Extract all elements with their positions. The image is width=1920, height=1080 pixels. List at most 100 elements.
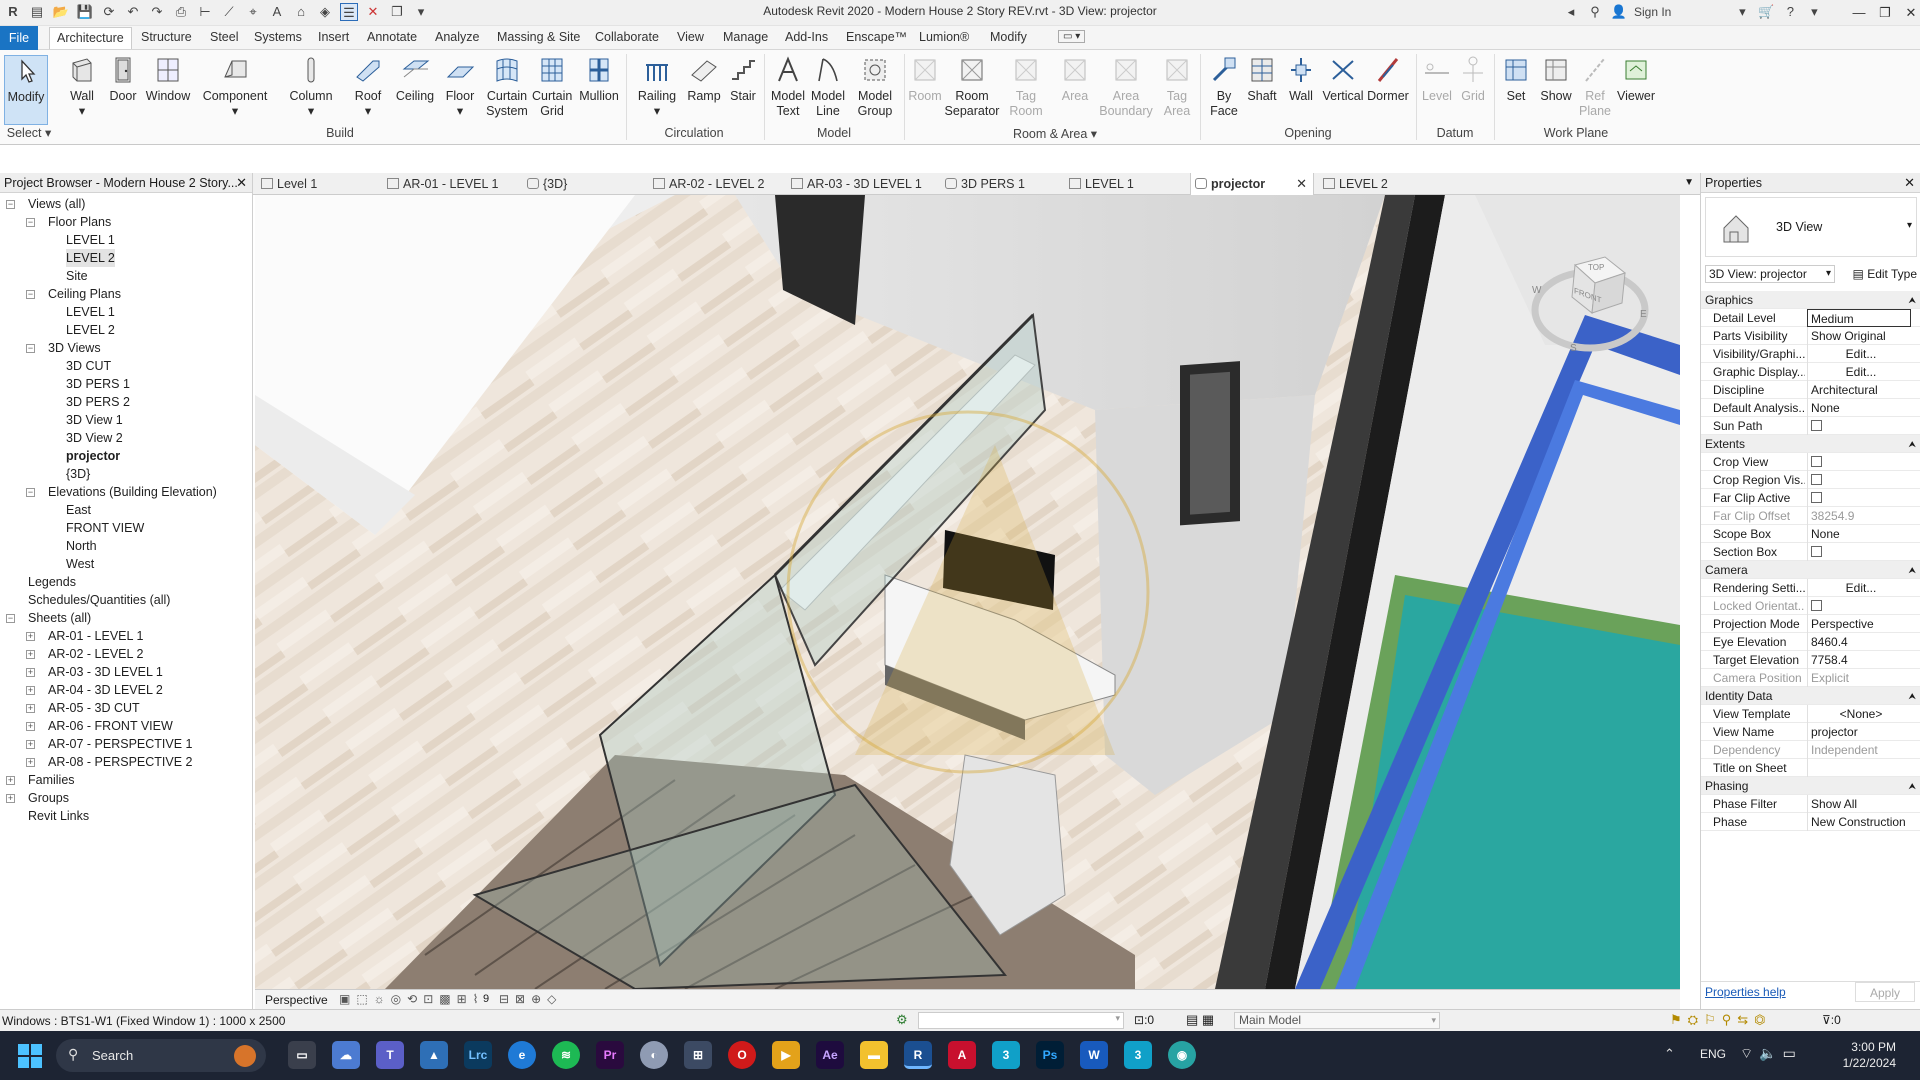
collapse-icon[interactable]: − — [6, 614, 15, 623]
tag-room-button[interactable]: Tag Room — [1006, 55, 1046, 119]
collapse-icon[interactable]: − — [26, 290, 35, 299]
task-view-icon[interactable]: ▭ — [288, 1041, 316, 1069]
set-button[interactable]: Set — [1500, 55, 1532, 104]
media-player-icon[interactable]: ▶ — [772, 1041, 800, 1069]
model-line-button[interactable]: Model Line — [808, 55, 848, 119]
tree-item[interactable]: − Views (all) — [0, 195, 252, 213]
lightroom-icon[interactable]: Lrc — [464, 1041, 492, 1069]
tree-item[interactable]: + AR-03 - 3D LEVEL 1 — [0, 663, 252, 681]
expand-icon[interactable]: + — [26, 740, 35, 749]
tree-item[interactable]: Revit Links — [0, 807, 252, 825]
view-control-icons[interactable]: ▣⬚☼◎⟲⊡▩⊞⌇ — [339, 992, 485, 1006]
tree-item[interactable]: 3D View 1 — [0, 411, 252, 429]
tree-item[interactable]: + AR-08 - PERSPECTIVE 2 — [0, 753, 252, 771]
vertical-button[interactable]: Vertical — [1322, 55, 1364, 104]
dormer-button[interactable]: Dormer — [1366, 55, 1410, 104]
view-tab-level-1-b[interactable]: LEVEL 1 — [1065, 173, 1185, 195]
roof-button[interactable]: Roof ▾ — [350, 55, 386, 119]
property-value[interactable]: 7758.4 — [1807, 651, 1911, 669]
compass-e[interactable]: E — [1640, 309, 1647, 320]
tree-item[interactable]: LEVEL 2 — [0, 249, 252, 267]
tree-item[interactable]: 3D View 2 — [0, 429, 252, 447]
viewcube-top[interactable]: TOP — [1588, 263, 1604, 272]
area-boundary-button[interactable]: Area Boundary — [1098, 55, 1154, 119]
component-button[interactable]: Component ▾ — [202, 55, 268, 119]
tab-modify[interactable]: Modify — [990, 30, 1027, 44]
collapse-icon[interactable]: − — [26, 488, 35, 497]
after-effects-icon[interactable]: Ae — [816, 1041, 844, 1069]
property-value[interactable]: <None> — [1807, 705, 1911, 723]
area-button[interactable]: Area — [1058, 55, 1092, 104]
collapse-icon[interactable]: ⮝ — [1908, 777, 1916, 795]
stair-button[interactable]: Stair — [726, 55, 760, 104]
tree-item[interactable]: LEVEL 2 — [0, 321, 252, 339]
property-checkbox[interactable] — [1807, 471, 1911, 489]
view-tab-level-1[interactable]: Level 1 — [257, 173, 377, 195]
view-tab-ar-01[interactable]: AR-01 - LEVEL 1 — [383, 173, 523, 195]
tree-item[interactable]: − 3D Views — [0, 339, 252, 357]
property-group-header[interactable]: Extents ⮝ — [1701, 435, 1920, 453]
room-button[interactable]: Room — [908, 55, 942, 104]
browser-icon[interactable]: ◉ — [1168, 1041, 1196, 1069]
tree-item[interactable]: East — [0, 501, 252, 519]
property-value[interactable]: 8460.4 — [1807, 633, 1911, 651]
tree-item[interactable]: + AR-01 - LEVEL 1 — [0, 627, 252, 645]
tree-item[interactable]: − Ceiling Plans — [0, 285, 252, 303]
type-selector[interactable]: 3D View ▾ — [1705, 197, 1917, 257]
autocad-icon[interactable]: A — [948, 1041, 976, 1069]
workset-dropdown[interactable]: ▾ — [918, 1012, 1124, 1029]
app-4-icon[interactable]: 3 — [1124, 1041, 1152, 1069]
expand-icon[interactable]: + — [26, 668, 35, 677]
tree-item[interactable]: + AR-07 - PERSPECTIVE 1 — [0, 735, 252, 753]
grid-button[interactable]: Grid — [1458, 55, 1488, 104]
view-tab-level-2[interactable]: LEVEL 2 — [1319, 173, 1439, 195]
help-menu-icon[interactable]: ▾ — [1805, 3, 1823, 21]
ribbon-options-icon[interactable]: ▭ ▾ — [1058, 30, 1086, 43]
property-value[interactable]: Show Original — [1807, 327, 1911, 345]
tree-item[interactable]: West — [0, 555, 252, 573]
windows-start-icon[interactable] — [18, 1044, 42, 1068]
tree-item[interactable]: Legends — [0, 573, 252, 591]
checkbox[interactable] — [1811, 492, 1822, 504]
collapse-icon[interactable]: − — [6, 200, 15, 209]
tab-list-dropdown-icon[interactable]: ▼ — [1684, 177, 1694, 188]
selection-settings-icons[interactable]: ⚑⛭⚐⚲⇆⏣ — [1670, 1012, 1771, 1028]
tree-item[interactable]: FRONT VIEW — [0, 519, 252, 537]
restore-icon[interactable]: ❐ — [1872, 2, 1898, 24]
model-group-button[interactable]: Model Group — [852, 55, 898, 119]
tree-item[interactable]: {3D} — [0, 465, 252, 483]
modify-button[interactable]: Modify — [4, 55, 48, 125]
railing-button[interactable]: Railing ▾ — [634, 55, 680, 119]
design-option-dropdown[interactable]: Main Model ▾ — [1234, 1012, 1440, 1029]
tree-item[interactable]: LEVEL 1 — [0, 303, 252, 321]
mullion-button[interactable]: Mullion — [578, 55, 620, 104]
collapse-icon[interactable]: ⮝ — [1908, 291, 1916, 309]
photoshop-icon[interactable]: Ps — [1036, 1041, 1064, 1069]
tab-steel[interactable]: Steel — [210, 30, 239, 44]
view-control-icons-2[interactable]: ⊟⊠⊕◇ — [499, 992, 562, 1006]
collapse-icon[interactable]: ⮝ — [1908, 435, 1916, 453]
tree-item[interactable]: 3D CUT — [0, 357, 252, 375]
tree-item[interactable]: + AR-05 - 3D CUT — [0, 699, 252, 717]
tab-collaborate[interactable]: Collaborate — [595, 30, 659, 44]
property-value[interactable]: Edit... — [1807, 363, 1911, 381]
teams-icon[interactable]: T — [376, 1041, 404, 1069]
compass-s[interactable]: S — [1570, 343, 1577, 354]
level-button[interactable]: Level — [1420, 55, 1454, 104]
3d-viewport[interactable]: TOP FRONT W E S — [255, 195, 1680, 989]
app-3-icon[interactable]: 3 — [992, 1041, 1020, 1069]
binoculars-icon[interactable]: ⚲ — [1586, 3, 1604, 21]
tab-enscape[interactable]: Enscape™ — [846, 30, 907, 44]
tree-item[interactable]: projector — [0, 447, 252, 465]
view-tab-3d[interactable]: {3D} — [523, 173, 633, 195]
tab-insert[interactable]: Insert — [318, 30, 349, 44]
wall-opening-button[interactable]: Wall — [1284, 55, 1318, 104]
property-value[interactable]: Medium — [1807, 309, 1911, 327]
property-checkbox[interactable] — [1807, 543, 1911, 561]
shaft-button[interactable]: Shaft — [1244, 55, 1280, 104]
ceiling-button[interactable]: Ceiling — [394, 55, 436, 104]
property-value[interactable]: Show All — [1807, 795, 1911, 813]
tab-add-ins[interactable]: Add-Ins — [785, 30, 828, 44]
word-icon[interactable]: W — [1080, 1041, 1108, 1069]
calculator-icon[interactable]: ⊞ — [684, 1041, 712, 1069]
